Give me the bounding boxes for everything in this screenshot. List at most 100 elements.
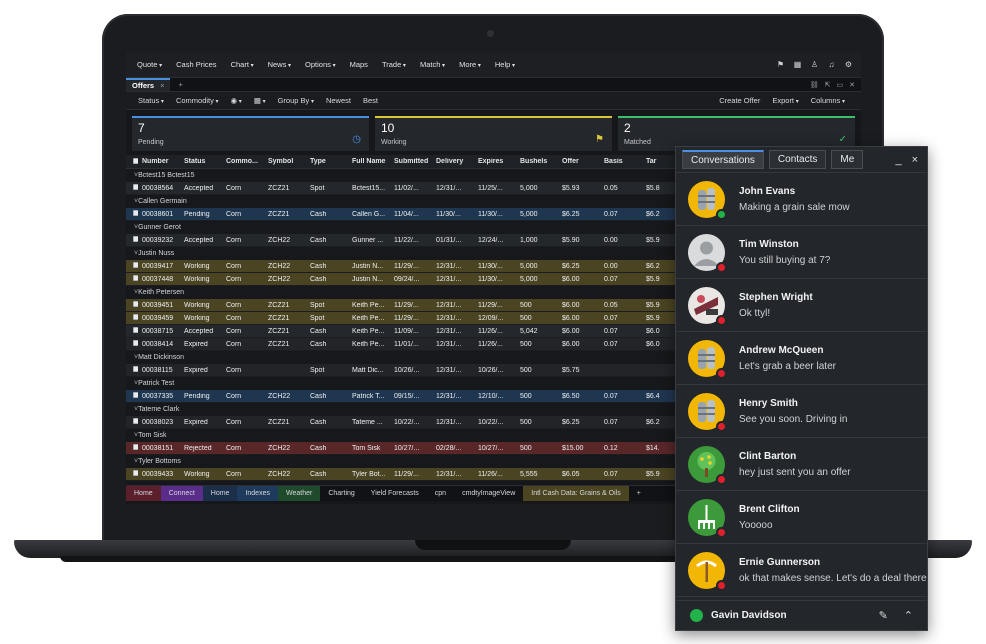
conversation-brent-clifton[interactable]: Brent Clifton Yooooo — [676, 491, 927, 544]
menu-item-maps[interactable]: Maps — [343, 60, 375, 69]
last-message: ok that makes sense. Let's do a deal the… — [739, 572, 927, 584]
toolbar-commodity[interactable]: Commodity — [170, 96, 225, 105]
bottom-tab-weather[interactable]: Weather — [277, 486, 321, 501]
conversation-john-evans[interactable]: John Evans Making a grain sale mow — [676, 173, 927, 226]
row-checkbox[interactable] — [126, 262, 138, 270]
row-checkbox[interactable] — [126, 314, 138, 322]
toolbar-filter-2[interactable]: ◉ — [225, 96, 248, 105]
row-checkbox[interactable] — [126, 184, 138, 192]
column-header-submitted[interactable]: Submitted — [390, 158, 432, 165]
conversation-ernie-gunnerson[interactable]: Ernie Gunnerson ok that makes sense. Let'… — [676, 544, 927, 597]
row-checkbox[interactable] — [126, 301, 138, 309]
column-header-expires[interactable]: Expires — [474, 158, 516, 165]
cell-delivery: 12/31/... — [436, 366, 462, 374]
row-checkbox[interactable] — [126, 275, 138, 283]
grid-icon[interactable]: ▦ — [793, 60, 802, 69]
column-header-tar[interactable]: Tar — [642, 158, 662, 165]
conversation-stephen-wright[interactable]: Stephen Wright Ok ttyl! — [676, 279, 927, 332]
row-checkbox[interactable] — [126, 444, 138, 452]
column-header-symbol[interactable]: Symbol — [264, 158, 306, 165]
close-icon[interactable]: × — [912, 154, 918, 166]
menu-item-chart[interactable]: Chart — [224, 60, 261, 69]
row-checkbox[interactable] — [126, 418, 138, 426]
cell-type: Cash — [310, 392, 327, 400]
bottom-tab-intl-cash-data-grains-oils[interactable]: Intl Cash Data: Grains & Oils — [523, 486, 629, 501]
conversation-tim-winston[interactable]: Tim Winston You still buying at 7? — [676, 226, 927, 279]
gear-icon[interactable]: ⚙ — [844, 60, 853, 69]
cell-symbol: ZCZ21 — [268, 210, 290, 218]
column-header-status[interactable]: Status — [180, 158, 222, 165]
maximize-icon[interactable]: ▭ — [837, 81, 844, 89]
bottom-tab-cmdtyimageview[interactable]: cmdtyImageView — [454, 486, 524, 501]
flag-icon[interactable]: ⚑ — [776, 60, 785, 69]
cell-type: Spot — [310, 314, 325, 322]
row-checkbox[interactable] — [126, 340, 138, 348]
menu-item-match[interactable]: Match — [413, 60, 452, 69]
column-header-delivery[interactable]: Delivery — [432, 158, 474, 165]
bottom-tab-charting[interactable]: Charting — [320, 486, 363, 501]
toolbar-newest[interactable]: Newest — [320, 96, 357, 105]
select-all-checkbox[interactable] — [126, 157, 138, 166]
row-checkbox[interactable] — [126, 236, 138, 244]
minimize-icon[interactable]: _ — [895, 154, 901, 166]
column-header-full-name[interactable]: Full Name — [348, 158, 390, 165]
cell-status: Working — [184, 314, 210, 322]
close-icon[interactable]: × — [160, 81, 164, 90]
cell-basis: 0.07 — [604, 210, 618, 218]
toolbar-best[interactable]: Best — [357, 96, 384, 105]
conversation-andrew-mcqueen[interactable]: Andrew McQueen Let's grab a beer later — [676, 332, 927, 385]
column-header-type[interactable]: Type — [306, 158, 348, 165]
column-header-bushels[interactable]: Bushels — [516, 158, 558, 165]
add-tab-button[interactable]: + — [628, 486, 649, 501]
summary-card-working[interactable]: 10 Working ⚑ — [375, 116, 612, 151]
edit-icon[interactable]: ✎ — [879, 609, 888, 622]
menu-item-trade[interactable]: Trade — [375, 60, 413, 69]
bottom-tab-home[interactable]: Home — [202, 486, 238, 501]
menu-item-help[interactable]: Help — [488, 60, 522, 69]
bottom-tab-yield-forecasts[interactable]: Yield Forecasts — [362, 486, 427, 501]
cell-number: 00038023 — [142, 418, 174, 426]
conversation-henry-smith[interactable]: Henry Smith See you soon. Driving in — [676, 385, 927, 438]
conversation-clint-barton[interactable]: Clint Barton hey just sent you an offer — [676, 438, 927, 491]
menu-item-quote[interactable]: Quote — [130, 60, 169, 69]
add-tab-button[interactable]: + — [170, 78, 190, 91]
bottom-tab-cpn[interactable]: cpn — [426, 486, 455, 501]
user-icon[interactable]: ♙ — [810, 60, 819, 69]
column-header-offer[interactable]: Offer — [558, 158, 600, 165]
chat-footer: Gavin Davidson ✎ ⌃ — [676, 600, 927, 630]
toolbar-columns[interactable]: Columns — [805, 96, 851, 105]
row-checkbox[interactable] — [126, 470, 138, 478]
tab-conversations[interactable]: Conversations — [682, 150, 764, 169]
collapse-icon[interactable]: ⌃ — [904, 609, 913, 622]
toolbar-export[interactable]: Export — [766, 96, 804, 105]
menu-item-more[interactable]: More — [452, 60, 488, 69]
toolbar-status[interactable]: Status — [132, 96, 170, 105]
column-header-basis[interactable]: Basis — [600, 158, 642, 165]
row-checkbox[interactable] — [126, 327, 138, 335]
bell-icon[interactable]: ♫ — [827, 60, 836, 69]
menu-item-news[interactable]: News — [261, 60, 298, 69]
bottom-tab-indexes[interactable]: Indexes — [237, 486, 278, 501]
toolbar-create-offer[interactable]: Create Offer — [713, 96, 766, 105]
menu-item-cash-prices[interactable]: Cash Prices — [169, 60, 223, 69]
tab-offers[interactable]: Offers × — [126, 78, 171, 91]
cell-full-name: Tyler Bot... — [352, 470, 386, 478]
cell-bushels: 500 — [520, 301, 532, 309]
tab-contacts[interactable]: Contacts — [768, 150, 827, 169]
row-checkbox[interactable] — [126, 366, 138, 374]
column-header-number[interactable]: Number — [138, 158, 180, 165]
tab-me[interactable]: Me — [831, 150, 864, 169]
column-header-commo[interactable]: Commo... — [222, 158, 264, 165]
summary-card-pending[interactable]: 7 Pending ◷ — [132, 116, 369, 151]
bottom-tab-home[interactable]: Home — [126, 486, 161, 501]
link-icon[interactable]: ⛓ — [810, 81, 819, 89]
toolbar-group-by[interactable]: Group By — [272, 96, 320, 105]
row-checkbox[interactable] — [126, 392, 138, 400]
bottom-tab-connect[interactable]: Connect — [160, 486, 203, 501]
cell-bushels: 5,000 — [520, 210, 538, 218]
row-checkbox[interactable] — [126, 210, 138, 218]
toolbar-filter-3[interactable]: ▦ — [248, 96, 272, 105]
popout-icon[interactable]: ⇱ — [825, 81, 831, 89]
close-panel-icon[interactable]: ✕ — [849, 81, 855, 89]
menu-item-options[interactable]: Options — [298, 60, 343, 69]
